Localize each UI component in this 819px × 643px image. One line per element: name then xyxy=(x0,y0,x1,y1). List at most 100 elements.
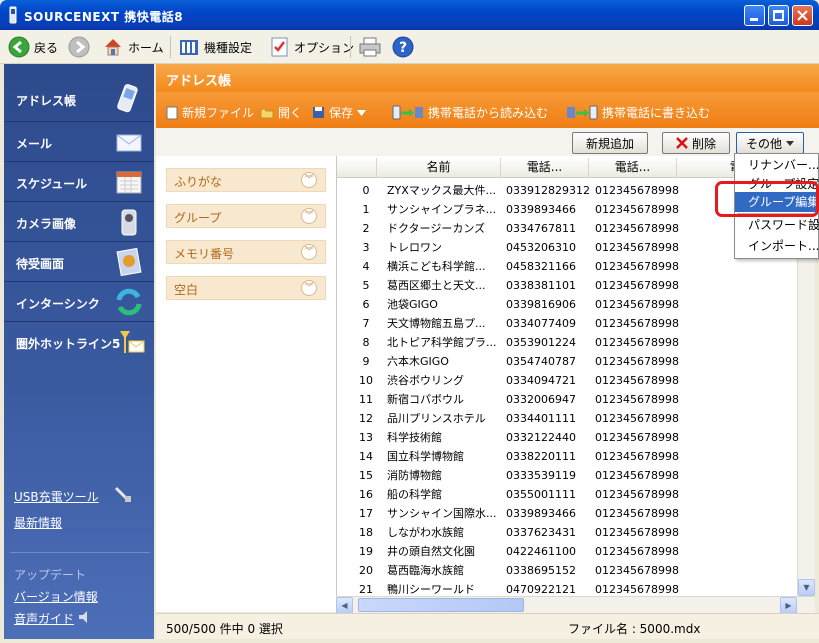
sidebar-item-camera-images[interactable]: カメラ画像 xyxy=(4,202,154,242)
other-label: その他 xyxy=(745,136,782,151)
highlight-annotation xyxy=(715,181,819,217)
filter-panel: ふりがな ︾ グループ ︾ メモリ番号 ︾ 空白 ︾ xyxy=(156,156,336,612)
other-menu-button[interactable]: その他 xyxy=(736,132,804,154)
read-from-phone-label: 携帯電話から読み込む xyxy=(428,106,549,120)
table-row[interactable]: 4 横浜こども科学館... 0458321166 012345678998... xyxy=(337,257,797,276)
home-button[interactable]: ホーム xyxy=(102,35,164,59)
add-new-button[interactable]: 新規追加 xyxy=(572,132,648,154)
voice-guide-link[interactable]: 音声ガイド xyxy=(14,610,74,627)
filter-memory-number[interactable]: メモリ番号 ︾ xyxy=(166,240,326,264)
contact-name: 井の頭自然文化園 xyxy=(387,545,475,558)
sync-icon xyxy=(116,288,142,316)
table-row[interactable]: 16 船の科学館 0355001111 012345678998... xyxy=(337,485,797,504)
scroll-down-button[interactable]: ▼ xyxy=(798,579,815,596)
contact-name: トレロワン xyxy=(387,241,442,254)
minimize-button[interactable] xyxy=(744,5,765,26)
column-header-phone2[interactable]: 電話... xyxy=(589,158,677,178)
sidebar: アドレス帳 メール スケジュール カメラ画像 待受画面 インターシンク 圏外ホッ… xyxy=(4,64,154,639)
phone-number-1: 0334077409 xyxy=(506,317,576,330)
phone-settings-icon xyxy=(180,40,198,55)
sidebar-item-schedule[interactable]: スケジュール xyxy=(4,162,154,202)
row-index: 18 xyxy=(359,526,373,539)
filter-group[interactable]: グループ ︾ xyxy=(166,204,326,228)
delete-button[interactable]: 削除 xyxy=(662,132,730,154)
row-index: 6 xyxy=(362,298,370,311)
table-row[interactable]: 7 天文博物館五島プ... 0334077409 012345678998... xyxy=(337,314,797,333)
sidebar-item-address-book[interactable]: アドレス帳 xyxy=(4,76,154,122)
sidebar-item-intersync[interactable]: インターシンク xyxy=(4,282,154,322)
table-row[interactable]: 3 トレロワン 0453206310 012345678998... xyxy=(337,238,797,257)
maximize-button[interactable] xyxy=(768,5,789,26)
filter-label: グループ xyxy=(174,211,222,225)
model-settings-button[interactable]: 機種設定 xyxy=(178,35,252,59)
pc-to-phone-icon xyxy=(567,105,598,119)
write-to-phone-button[interactable]: 携帯電話に書き込む xyxy=(566,104,710,121)
help-button[interactable]: ? xyxy=(392,35,414,59)
column-header-phone1[interactable]: 電話... xyxy=(501,158,589,178)
table-row[interactable]: 12 品川プリンスホテル 0334401111 012345678998... xyxy=(337,409,797,428)
menu-item-renumber[interactable]: リナンバー... xyxy=(735,155,819,175)
phone-number-2: 012345678998... xyxy=(595,507,679,520)
table-row[interactable]: 6 池袋GIGO 0339816906 012345678998... xyxy=(337,295,797,314)
contact-name: ドクタージーカンズ xyxy=(387,222,486,235)
phone-number-2: 012345678998... xyxy=(595,545,679,558)
sidebar-item-standby-screen[interactable]: 待受画面 xyxy=(4,242,154,282)
table-row[interactable]: 18 しながわ水族館 0337623431 012345678998... xyxy=(337,523,797,542)
delete-x-icon xyxy=(676,137,688,149)
usb-icon xyxy=(114,486,131,502)
scroll-left-button[interactable]: ◀ xyxy=(336,597,353,614)
row-index: 20 xyxy=(359,564,373,577)
latest-news-link[interactable]: 最新情報 xyxy=(14,514,62,531)
home-icon xyxy=(105,39,121,56)
printer-icon xyxy=(359,37,381,57)
forward-button[interactable] xyxy=(68,35,90,59)
open-button[interactable]: 開く xyxy=(260,104,302,121)
table-row[interactable]: 21 鴨川シーワールド 0470922121 012345678998... xyxy=(337,580,797,596)
horizontal-scroll-thumb[interactable] xyxy=(358,598,524,612)
version-info-link[interactable]: バージョン情報 xyxy=(14,588,98,605)
table-row[interactable]: 10 渋谷ボウリング 0334094721 012345678998... xyxy=(337,371,797,390)
phone-number-2: 012345678998... xyxy=(595,336,679,349)
sidebar-item-mail[interactable]: メール xyxy=(4,122,154,162)
table-row[interactable]: 5 葛西区郷土と天文... 0338381101 012345678998... xyxy=(337,276,797,295)
menu-item-password-settings[interactable]: パスワード設定 xyxy=(735,215,819,235)
table-row[interactable]: 11 新宿コパボウル 0332006947 012345678998... xyxy=(337,390,797,409)
read-from-phone-button[interactable]: 携帯電話から読み込む xyxy=(392,104,548,121)
row-index: 10 xyxy=(359,374,373,387)
table-row[interactable]: 2 ドクタージーカンズ 0334767811 012345678998... xyxy=(337,219,797,238)
phone-number-1: 0334094721 xyxy=(506,374,576,387)
contact-name: ZYXマックス最大件... xyxy=(387,184,496,197)
sidebar-item-label: メール xyxy=(16,137,53,151)
filter-furigana[interactable]: ふりがな ︾ xyxy=(166,168,326,192)
filter-label: 空白 xyxy=(174,283,199,297)
save-button[interactable]: 保存 xyxy=(312,104,367,121)
column-header-index[interactable] xyxy=(337,158,377,178)
back-button[interactable]: 戻る xyxy=(8,35,58,59)
selection-count: 500/500 件中 0 選択 xyxy=(166,622,283,636)
new-file-button[interactable]: 新規ファイル xyxy=(166,104,254,121)
add-new-label: 新規追加 xyxy=(585,136,634,151)
table-row[interactable]: 15 消防博物館 0333539119 012345678998... xyxy=(337,466,797,485)
column-header-name[interactable]: 名前 xyxy=(377,158,501,178)
usb-charge-tool-link[interactable]: USB充電ツール xyxy=(14,488,99,505)
close-button[interactable] xyxy=(792,5,813,26)
menu-item-import[interactable]: インポート... xyxy=(735,236,819,256)
scroll-right-button[interactable]: ▶ xyxy=(780,597,797,614)
table-row[interactable]: 20 葛西臨海水族館 0338695152 012345678998... xyxy=(337,561,797,580)
phone-number-1: 033912829312... xyxy=(506,184,590,197)
options-button[interactable]: オプション xyxy=(270,35,354,59)
horizontal-scrollbar[interactable]: ◀ ▶ xyxy=(336,596,815,614)
table-row[interactable]: 17 サンシャイン国際水... 0339893466 012345678998... xyxy=(337,504,797,523)
table-row[interactable]: 8 北トピア科学館プラ... 0353901224 012345678998... xyxy=(337,333,797,352)
print-button[interactable] xyxy=(358,35,382,59)
table-row[interactable]: 13 科学技術館 0332122440 012345678998... xyxy=(337,428,797,447)
table-row[interactable]: 14 国立科学博物館 0338220111 012345678998... xyxy=(337,447,797,466)
table-row[interactable]: 9 六本木GIGO 0354740787 012345678998... xyxy=(337,352,797,371)
contact-name: 葛西区郷土と天文... xyxy=(387,279,486,292)
filter-blank[interactable]: 空白 ︾ xyxy=(166,276,326,300)
row-index: 4 xyxy=(362,260,370,273)
table-row[interactable]: 19 井の頭自然文化園 0422461100 012345678998... xyxy=(337,542,797,561)
sidebar-item-hotline[interactable]: 圏外ホットライン5 xyxy=(4,322,154,362)
filter-label: ふりがな xyxy=(174,175,223,189)
contact-name: 池袋GIGO xyxy=(387,298,438,311)
